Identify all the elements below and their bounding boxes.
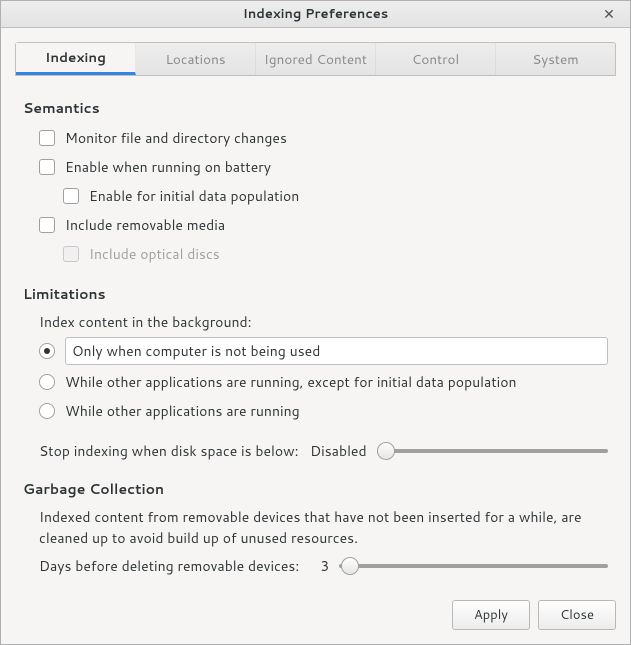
close-button[interactable]: Close xyxy=(538,600,616,630)
section-gc-header: Garbage Collection xyxy=(23,479,608,499)
value-gc-days: 3 xyxy=(309,556,329,576)
tab-ignored-content[interactable]: Ignored Content xyxy=(256,43,376,75)
apply-button[interactable]: Apply xyxy=(452,600,530,630)
tab-locations[interactable]: Locations xyxy=(136,43,256,75)
checkbox-monitor-changes[interactable] xyxy=(39,130,55,146)
row-include-removable: Include removable media xyxy=(39,213,608,237)
row-monitor-changes: Monitor file and directory changes xyxy=(39,126,608,150)
label-gc-days: Days before deleting removable devices: xyxy=(39,556,299,576)
button-bar: Apply Close xyxy=(1,590,630,644)
label-enable-battery: Enable when running on battery xyxy=(65,157,271,177)
window-title: Indexing Preferences xyxy=(243,5,389,23)
label-bg-except-initial: While other applications are running, ex… xyxy=(65,372,517,392)
content-area: Indexing Locations Ignored Content Contr… xyxy=(1,28,630,590)
text-gc-explain: Indexed content from removable devices t… xyxy=(39,507,608,548)
radio-bg-always[interactable] xyxy=(39,403,55,419)
label-include-optical: Include optical discs xyxy=(89,244,220,264)
slider-thumb-gc[interactable] xyxy=(341,557,359,575)
row-initial-population: Enable for initial data population xyxy=(63,184,608,208)
row-disk-space: Stop indexing when disk space is below: … xyxy=(39,441,608,461)
slider-disk-space[interactable] xyxy=(377,449,608,453)
row-bg-option-2: While other applications are running xyxy=(39,399,608,423)
label-index-background: Index content in the background: xyxy=(39,312,608,332)
value-disk-space: Disabled xyxy=(309,441,367,461)
slider-thumb-disk[interactable] xyxy=(377,442,395,460)
label-include-removable: Include removable media xyxy=(65,215,225,235)
label-monitor-changes: Monitor file and directory changes xyxy=(65,128,287,148)
section-semantics-header: Semantics xyxy=(23,98,608,118)
label-bg-idle: Only when computer is not being used xyxy=(65,337,608,365)
row-include-optical: Include optical discs xyxy=(63,242,608,266)
slider-gc-days[interactable] xyxy=(339,564,608,568)
tab-panel-indexing: Semantics Monitor file and directory cha… xyxy=(15,76,616,582)
close-icon[interactable]: ✕ xyxy=(600,5,618,23)
checkbox-initial-population[interactable] xyxy=(63,188,79,204)
radio-bg-idle[interactable] xyxy=(39,343,55,359)
row-enable-battery: Enable when running on battery xyxy=(39,155,608,179)
checkbox-include-optical xyxy=(63,246,79,262)
checkbox-include-removable[interactable] xyxy=(39,217,55,233)
label-initial-population: Enable for initial data population xyxy=(89,186,299,206)
tab-control[interactable]: Control xyxy=(376,43,496,75)
radio-bg-except-initial[interactable] xyxy=(39,374,55,390)
tab-indexing[interactable]: Indexing xyxy=(16,43,136,75)
row-bg-option-0: Only when computer is not being used xyxy=(39,337,608,365)
label-bg-always: While other applications are running xyxy=(65,401,300,421)
checkbox-enable-battery[interactable] xyxy=(39,159,55,175)
preferences-window: Indexing Preferences ✕ Indexing Location… xyxy=(0,0,631,645)
row-gc-days: Days before deleting removable devices: … xyxy=(39,556,608,576)
titlebar: Indexing Preferences ✕ xyxy=(1,1,630,28)
row-bg-option-1: While other applications are running, ex… xyxy=(39,370,608,394)
tabbar: Indexing Locations Ignored Content Contr… xyxy=(15,42,616,76)
tab-system[interactable]: System xyxy=(496,43,615,75)
section-limitations-header: Limitations xyxy=(23,284,608,304)
label-disk-space: Stop indexing when disk space is below: xyxy=(39,441,299,461)
